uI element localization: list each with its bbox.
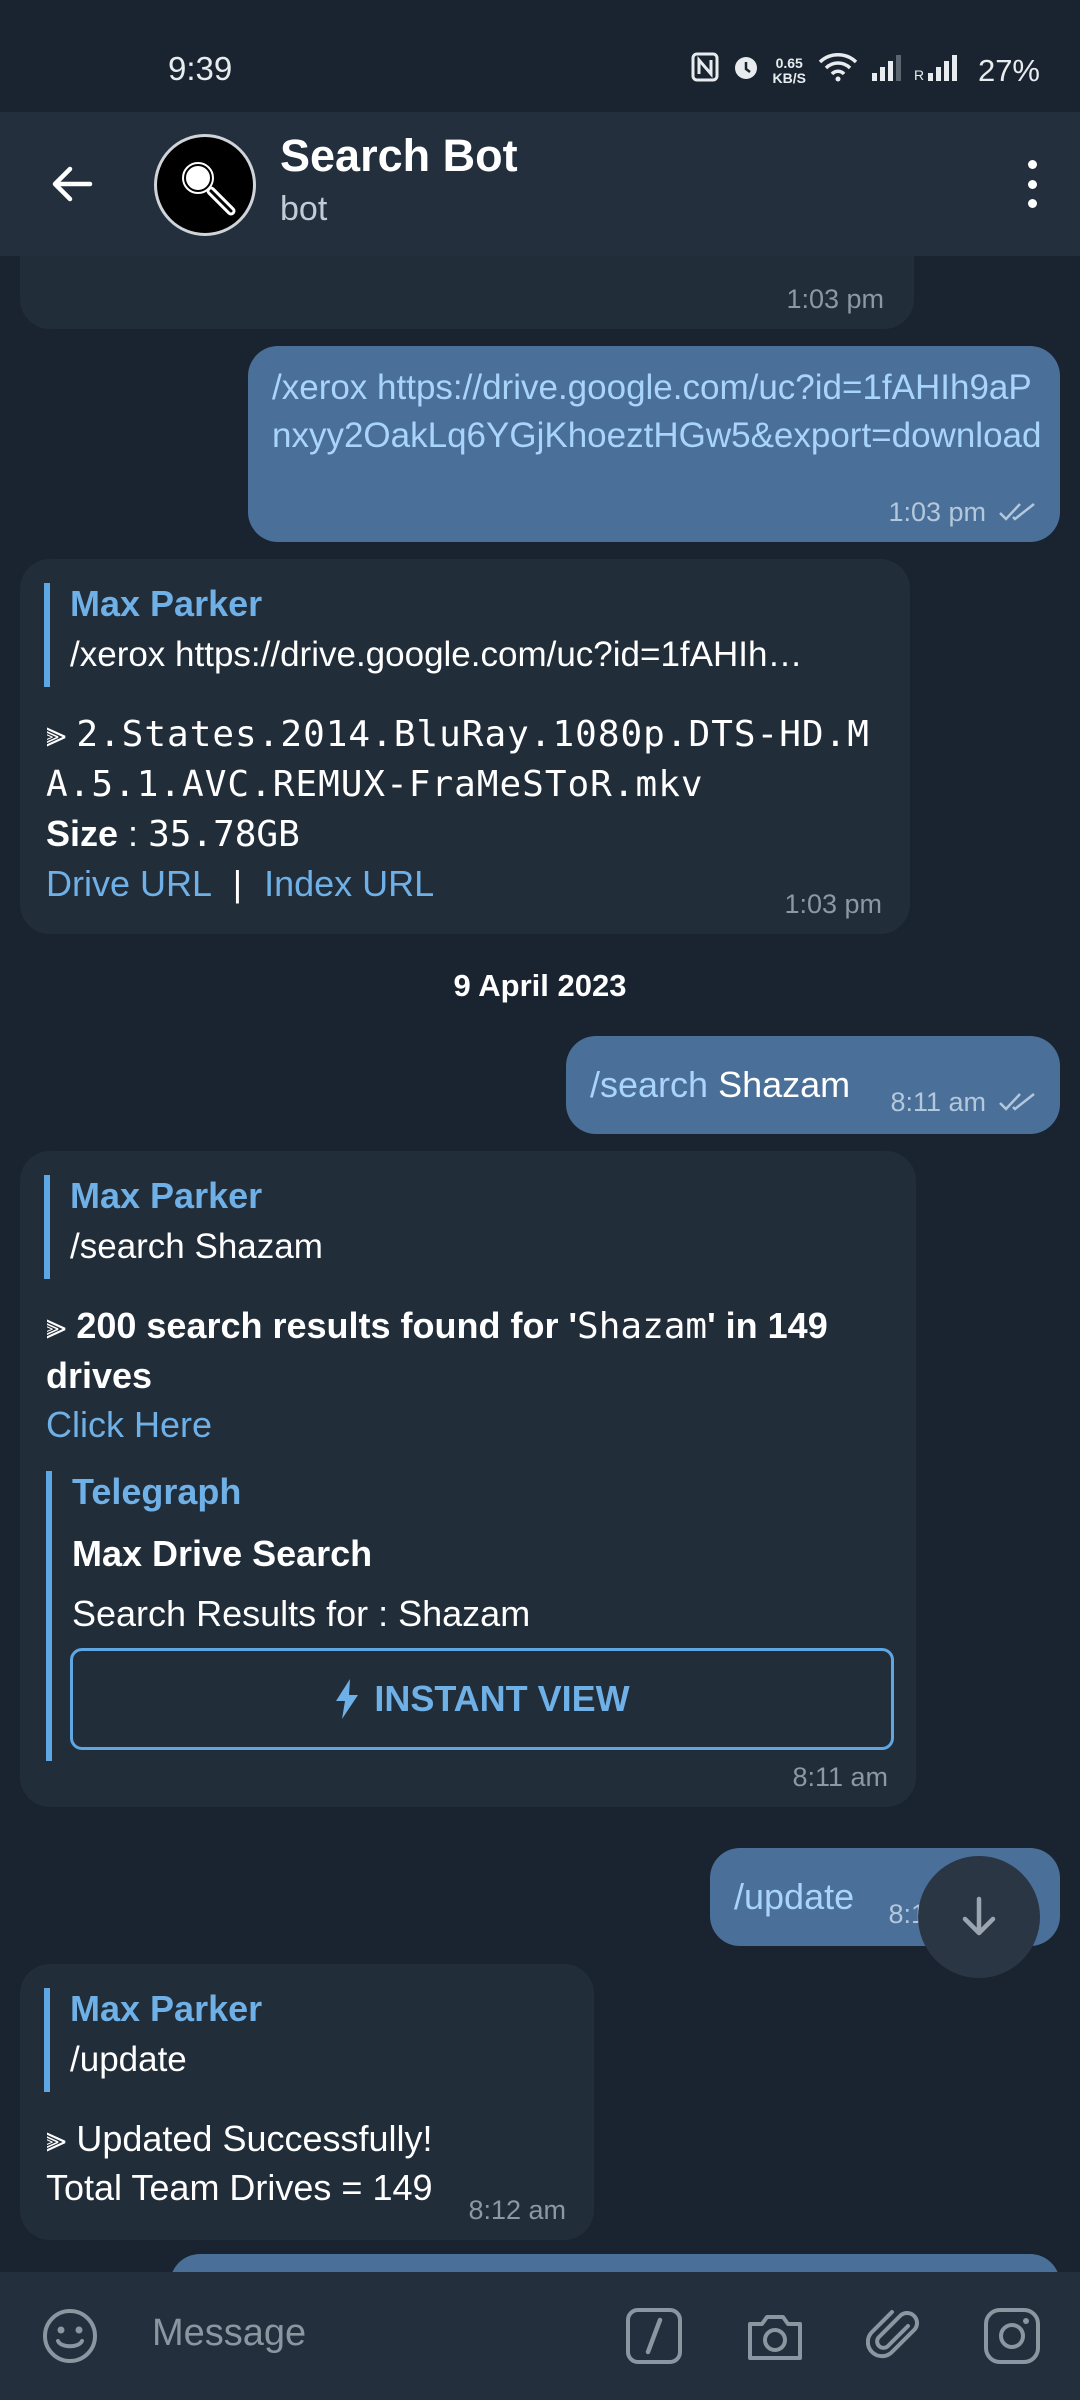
message-text: /xerox https://drive.google.com/uc?id=1f… [272,364,1042,460]
incoming-message[interactable]: Max Parker /search Shazam ⫸ 200 search r… [20,1151,916,1807]
message-input[interactable]: Message [152,2312,306,2355]
more-options-button[interactable] [1012,152,1052,216]
message-time: 1:03 pm [784,889,882,919]
links-line: Drive URL | Index URL [46,859,896,908]
back-button[interactable] [36,148,108,220]
message-text: ⫸ 2.States.2014.BluRay.1080p.DTS-HD.MA.5… [46,709,896,908]
nfc-icon [691,52,719,90]
magnifier-icon [178,158,236,216]
status-bar: 9:39 0.65 KB/S R 27% [0,0,1080,112]
reply-quote[interactable]: Max Parker /update [44,1988,564,2092]
arrow-icon: ⫸ [46,713,67,754]
arrow-icon: ⫸ [46,2118,67,2159]
file-name: 2.States.2014.BluRay.1080p.DTS-HD.MA.5.1… [46,714,870,805]
message-time: 8:11 am [890,1087,986,1117]
double-check-icon [999,503,1035,521]
arrow-left-icon [52,166,93,202]
reply-quote[interactable]: Max Parker /xerox https://drive.google.c… [44,583,884,687]
query-text: Shazam [577,1306,708,1347]
attach-button[interactable] [865,2306,926,2371]
network-speed: 0.65 KB/S [772,55,806,86]
index-url-link[interactable]: Index URL [264,863,434,904]
outgoing-message[interactable]: /xerox https://drive.google.com/uc?id=1f… [248,346,1060,542]
link-separator: | [232,863,243,904]
status-time: 9:39 [168,50,233,87]
svg-text:R: R [914,67,924,81]
reply-text: /search Shazam [70,1227,323,1266]
message-text: /search Shazam [590,1060,850,1109]
more-dot [1027,160,1037,169]
battery-level: 27% [977,53,1040,88]
incoming-message[interactable]: Max Parker /update ⫸ Updated Successfull… [20,1964,594,2240]
result-summary: ⫸ 200 search results found for 'Shazam' … [46,1305,828,1396]
bot-commands-button[interactable] [624,2306,684,2371]
camera-button[interactable] [744,2306,806,2371]
bot-avatar[interactable] [154,134,256,236]
drive-url-link[interactable]: Drive URL [46,863,211,904]
double-check-icon [999,1093,1035,1111]
incoming-message[interactable]: Max Parker /xerox https://drive.google.c… [20,559,910,934]
signal-icon-1 [870,53,902,89]
url-link[interactable]: https://drive.google.com/uc?id=1fAHIh9aP… [272,368,1041,455]
file-size-line: Size : 35.78GB [46,809,896,859]
reply-quote[interactable]: Max Parker /search Shazam [44,1175,884,1279]
reply-author: Max Parker [70,1175,263,1216]
size-label: Size [46,813,119,854]
message-time: 1:03 pm [786,284,884,314]
message-list[interactable]: 1:03 pm /xerox https://drive.google.com/… [0,256,1080,2272]
instant-view-button[interactable]: INSTANT VIEW [70,1648,894,1750]
status-icons: 0.65 KB/S R 27% [691,52,1040,90]
update-status: ⫸ Updated Successfully! [46,2118,433,2159]
signal-icon-2: R [914,53,966,89]
arrow-icon: ⫸ [46,1305,67,1346]
message-time: 8:11 am [792,1762,888,1792]
scroll-to-bottom-button[interactable] [918,1856,1040,1978]
arrow-down-icon [962,1896,996,1936]
date-divider: 9 April 2023 [453,968,627,1003]
message-time: 1:03 pm [888,497,986,527]
reply-text: /update [70,2040,187,2079]
camera-icon [748,2315,802,2360]
chat-title[interactable]: Search Bot [280,130,518,182]
slash-command-icon [626,2308,682,2364]
preview-site-name: Telegraph [72,1471,242,1512]
instagram-icon [984,2308,1040,2364]
wifi-icon [818,52,858,90]
bot-command-link[interactable]: /xerox [272,368,367,407]
chat-header: Search Bot bot [0,112,1080,256]
incoming-message[interactable]: 1:03 pm [20,256,914,329]
alarm-icon [731,52,761,90]
reply-text: /xerox https://drive.google.com/uc?id=1f… [70,635,803,674]
preview-title: Max Drive Search [72,1533,373,1574]
click-here-link[interactable]: Click Here [46,1400,896,1449]
message-text: /update [734,1872,854,1921]
size-separator: : [118,813,149,854]
emoji-button[interactable] [40,2306,100,2371]
size-value: 35.78GB [148,814,300,855]
file-name-line: ⫸ 2.States.2014.BluRay.1080p.DTS-HD.MA.5… [46,709,896,809]
preview-description: Search Results for : Shazam [72,1593,531,1634]
message-input-bar: Message [0,2272,1080,2400]
message-time: 8:12 am [468,2195,566,2225]
instagram-button[interactable] [982,2306,1042,2371]
lightning-icon [336,1679,359,1719]
message-text: ⫸ 200 search results found for 'Shazam' … [46,1301,896,1449]
paperclip-icon [865,2310,919,2359]
bot-command-link[interactable]: /search [590,1064,708,1105]
search-query: Shazam [708,1064,851,1105]
outgoing-message[interactable] [170,2254,1060,2272]
smiley-icon [43,2309,97,2363]
outgoing-message[interactable]: /search Shazam 8:11 am [566,1036,1060,1134]
reply-author: Max Parker [70,1988,263,2029]
instant-view-label: INSTANT VIEW [374,1678,630,1719]
more-dot [1027,199,1037,208]
bot-command-link[interactable]: /update [734,1876,854,1917]
more-dot [1027,179,1037,189]
chat-subtitle: bot [280,190,328,228]
reply-author: Max Parker [70,583,263,624]
